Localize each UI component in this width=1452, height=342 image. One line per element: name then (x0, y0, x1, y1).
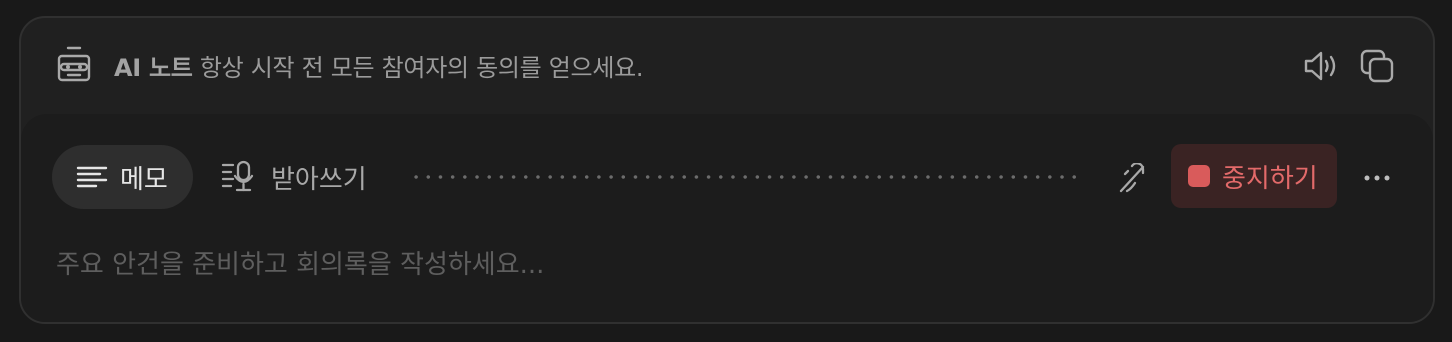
robot-icon (57, 46, 91, 82)
tab-transcript[interactable]: 받아쓰기 (221, 145, 381, 209)
memo-panel: 메모 받아쓰기 중지하기 (21, 114, 1433, 322)
memo-input[interactable] (56, 242, 1396, 288)
consent-text: 항상 시작 전 모든 참여자의 동의를 얻으세요. (199, 54, 644, 82)
mic-off-icon[interactable] (1117, 163, 1149, 195)
stop-button-label: 중지하기 (1222, 163, 1318, 194)
ai-note-card: AI 노트 항상 시작 전 모든 참여자의 동의를 얻으세요. 메모 받아쓰기 … (19, 16, 1435, 324)
transcript-mic-icon (221, 160, 254, 192)
speaker-icon[interactable] (1303, 49, 1339, 83)
audio-level-dots (410, 174, 1082, 180)
tab-transcript-label: 받아쓰기 (271, 164, 367, 195)
consent-banner: AI 노트 항상 시작 전 모든 참여자의 동의를 얻으세요. (21, 18, 1433, 114)
copy-icon[interactable] (1359, 48, 1395, 84)
stop-icon (1188, 165, 1210, 187)
tab-memo[interactable]: 메모 (52, 145, 193, 209)
consent-message: AI 노트 항상 시작 전 모든 참여자의 동의를 얻으세요. (114, 48, 644, 83)
more-icon[interactable] (1359, 166, 1395, 190)
tab-memo-label: 메모 (120, 164, 168, 195)
lines-icon (76, 166, 108, 188)
brand-label: AI 노트 (114, 54, 193, 82)
stop-button[interactable]: 중지하기 (1171, 144, 1337, 208)
